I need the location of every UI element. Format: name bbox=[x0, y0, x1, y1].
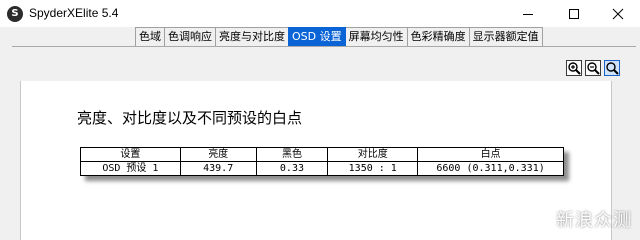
header-white-point: 白点 bbox=[417, 147, 564, 162]
tab-tone-response[interactable]: 色调响应 bbox=[164, 27, 216, 46]
zoom-in-button[interactable] bbox=[566, 60, 582, 76]
zoom-out-button[interactable] bbox=[585, 60, 601, 76]
minimize-button[interactable] bbox=[506, 0, 550, 27]
header-black: 黑色 bbox=[255, 147, 329, 162]
maximize-button[interactable] bbox=[552, 0, 596, 27]
spyder-logo-icon: S bbox=[7, 6, 23, 22]
cell-contrast: 1350 : 1 bbox=[327, 161, 419, 176]
tab-strip: 色域 色调响应 亮度与对比度 OSD 设置 屏幕均匀性 色彩精确度 显示器额定值 bbox=[135, 27, 543, 46]
minimize-icon bbox=[523, 13, 533, 15]
watermark: 新浪众测 bbox=[556, 206, 634, 238]
maximize-icon bbox=[569, 8, 579, 19]
watermark-text: 新浪众测 bbox=[556, 210, 632, 231]
zoom-out-icon bbox=[587, 62, 600, 75]
zoom-fit-button[interactable] bbox=[604, 60, 620, 76]
header-contrast: 对比度 bbox=[327, 147, 419, 162]
report-heading: 亮度、对比度以及不同预设的白点 bbox=[77, 109, 303, 127]
tab-display-rating[interactable]: 显示器额定值 bbox=[468, 27, 543, 46]
title-bar[interactable]: S SpyderXElite 5.4 bbox=[0, 0, 640, 27]
close-icon bbox=[612, 8, 624, 19]
tab-osd-settings[interactable]: OSD 设置 bbox=[288, 27, 346, 46]
zoom-fit-icon bbox=[606, 62, 619, 75]
tab-color-gamut[interactable]: 色域 bbox=[135, 27, 165, 46]
window-title: SpyderXElite 5.4 bbox=[29, 6, 119, 20]
zoom-in-icon bbox=[568, 62, 581, 75]
cell-setting: OSD 预设 1 bbox=[80, 161, 181, 176]
header-luminance: 亮度 bbox=[179, 147, 257, 162]
tab-color-accuracy[interactable]: 色彩精确度 bbox=[406, 27, 470, 46]
cell-luminance: 439.7 bbox=[179, 161, 257, 176]
header-setting: 设置 bbox=[80, 147, 181, 162]
tab-screen-uniformity[interactable]: 屏幕均匀性 bbox=[344, 27, 408, 46]
osd-results-table: 设置 亮度 黑色 对比度 白点 OSD 预设 1 439.7 0.33 1350… bbox=[80, 147, 564, 176]
table-header-row: 设置 亮度 黑色 对比度 白点 bbox=[80, 147, 564, 162]
tab-brightness-contrast[interactable]: 亮度与对比度 bbox=[215, 27, 289, 46]
cell-white-point: 6600 (0.311,0.331) bbox=[417, 161, 564, 176]
cell-black: 0.33 bbox=[255, 161, 329, 176]
close-button[interactable] bbox=[596, 0, 640, 27]
table-row: OSD 预设 1 439.7 0.33 1350 : 1 6600 (0.311… bbox=[80, 161, 564, 176]
